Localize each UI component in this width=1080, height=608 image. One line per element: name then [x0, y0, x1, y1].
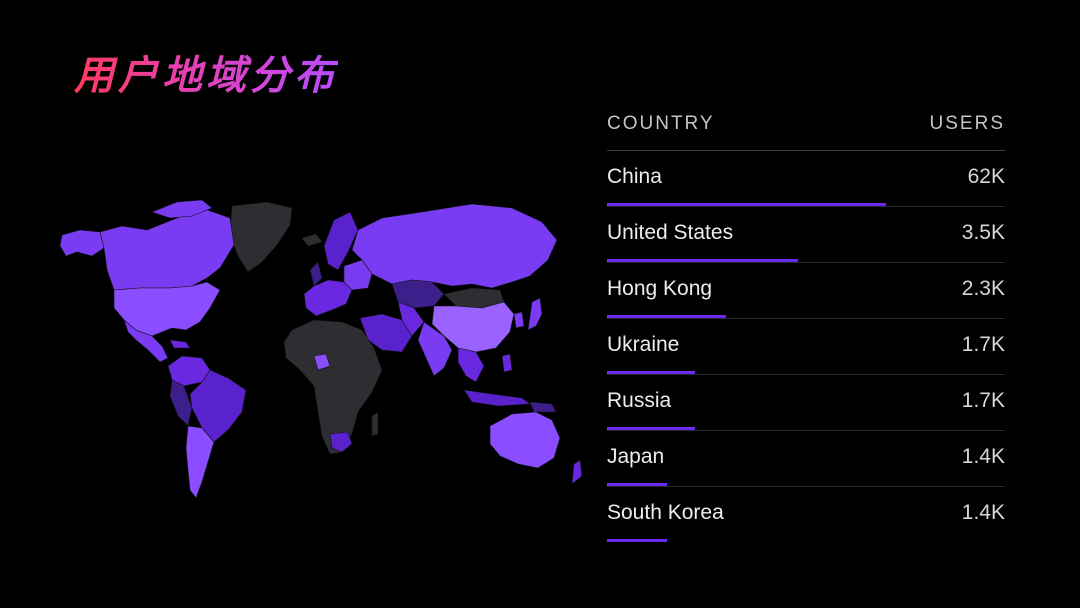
table-row[interactable]: Hong Kong 2.3K — [607, 263, 1005, 319]
user-share-bar — [607, 371, 695, 374]
country-name: Japan — [607, 445, 665, 468]
map-region-caribbean[interactable] — [169, 339, 191, 349]
country-name: Russia — [607, 389, 672, 412]
user-count: 1.7K — [961, 333, 1005, 356]
user-count: 3.5K — [961, 221, 1005, 244]
map-region-indonesia[interactable] — [463, 389, 531, 407]
table-row[interactable]: Russia 1.7K — [607, 375, 1005, 431]
user-count: 2.3K — [961, 277, 1005, 300]
map-region-scandinavia[interactable] — [323, 211, 359, 271]
map-region-argentina[interactable] — [185, 425, 215, 499]
country-name: United States — [607, 221, 734, 244]
page-title: 用户地域分布 — [74, 50, 338, 102]
table-header: COUNTRY USERS — [607, 108, 1005, 151]
map-region-madagascar[interactable] — [371, 411, 379, 437]
map-region-australia[interactable] — [489, 411, 561, 469]
map-region-peru[interactable] — [169, 379, 193, 427]
country-name: Ukraine — [607, 333, 680, 356]
user-share-bar — [607, 259, 798, 262]
user-share-bar — [607, 427, 695, 430]
map-region-uk[interactable] — [309, 261, 323, 287]
country-name: Hong Kong — [607, 277, 713, 300]
table-row[interactable]: South Korea 1.4K — [607, 487, 1005, 542]
user-count: 1.4K — [961, 445, 1005, 468]
user-count: 1.7K — [961, 389, 1005, 412]
country-table: COUNTRY USERS China 62K United States 3.5K H… — [607, 108, 1005, 542]
user-share-bar — [607, 539, 667, 542]
map-region-russia[interactable] — [351, 203, 558, 289]
map-region-philippines[interactable] — [501, 353, 513, 373]
map-region-canada[interactable] — [99, 207, 235, 291]
map-region-western-europe[interactable] — [303, 279, 353, 317]
user-share-bar — [607, 203, 886, 206]
user-count: 1.4K — [961, 501, 1005, 524]
table-row[interactable]: United States 3.5K — [607, 207, 1005, 263]
map-region-alaska[interactable] — [59, 229, 105, 257]
country-name: South Korea — [607, 501, 724, 524]
user-share-bar — [607, 315, 726, 318]
header-users[interactable]: USERS — [930, 108, 1005, 150]
table-row[interactable]: Ukraine 1.7K — [607, 319, 1005, 375]
user-count: 62K — [967, 165, 1005, 188]
country-name: China — [607, 165, 662, 188]
header-country[interactable]: COUNTRY — [607, 108, 715, 150]
map-region-new-guinea[interactable] — [529, 401, 557, 413]
map-region-southeast-asia[interactable] — [457, 347, 485, 383]
map-region-greenland[interactable] — [229, 201, 293, 273]
table-row[interactable]: China 62K — [607, 151, 1005, 207]
table-body: China 62K United States 3.5K Hong Kong 2.3K Uk… — [607, 151, 1005, 542]
world-map[interactable] — [52, 190, 597, 505]
map-region-new-zealand[interactable] — [571, 459, 583, 485]
map-region-korea[interactable] — [513, 311, 525, 329]
user-share-bar — [607, 483, 667, 486]
map-region-japan[interactable] — [527, 297, 543, 331]
map-region-iceland[interactable] — [301, 233, 323, 247]
table-row[interactable]: Japan 1.4K — [607, 431, 1005, 487]
